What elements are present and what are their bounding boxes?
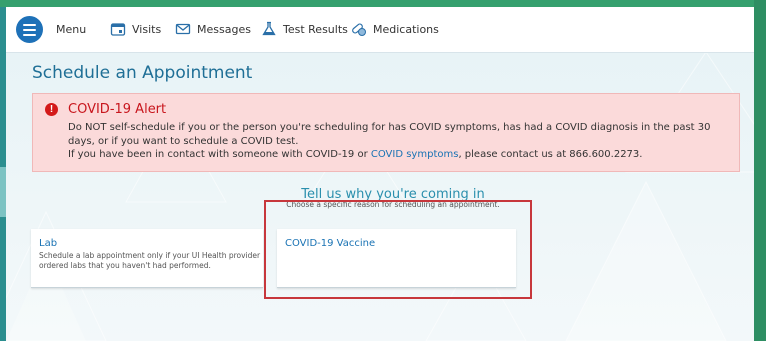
nav-item-test-results[interactable]: Test Results — [261, 20, 348, 38]
exclamation-icon: ! — [45, 103, 58, 116]
nav-menu-label[interactable]: Menu — [56, 20, 86, 38]
envelope-icon — [175, 23, 191, 35]
covid-alert-banner: ! COVID-19 Alert Do NOT self-schedule if… — [32, 93, 740, 172]
top-navigation-bar: Menu Visits Messages Test Results Medica… — [6, 7, 754, 53]
hamburger-icon — [23, 23, 36, 26]
app-window: Menu Visits Messages Test Results Medica… — [6, 7, 754, 341]
pills-icon — [352, 23, 366, 36]
flask-icon — [262, 21, 276, 36]
menu-label: Menu — [56, 22, 87, 36]
window-top-border — [0, 0, 766, 7]
alert-line-2: If you have been in contact with someone… — [68, 148, 733, 162]
alert-title: COVID-19 Alert — [68, 102, 167, 117]
nav-item-messages[interactable]: Messages — [175, 20, 251, 38]
covid-vaccine-reason-card[interactable]: COVID-19 Vaccine — [277, 229, 516, 288]
nav-item-medications[interactable]: Medications — [351, 20, 439, 38]
alert-line-2-phone: , please contact us at 866.600.2273. — [458, 149, 643, 160]
card-title: Lab — [39, 238, 58, 249]
nav-item-label: Messages — [197, 22, 251, 36]
nav-item-label: Visits — [132, 22, 162, 36]
lab-reason-card[interactable]: Lab Schedule a lab appointment only if y… — [31, 229, 263, 288]
alert-line-2-text: If you have been in contact with someone… — [68, 149, 371, 160]
nav-item-visits[interactable]: Visits — [110, 20, 161, 38]
nav-item-label: Medications — [373, 22, 439, 36]
window-right-border — [754, 0, 766, 341]
card-description: Schedule a lab appointment only if your … — [39, 251, 261, 270]
page-title: Schedule an Appointment — [32, 63, 253, 83]
hamburger-icon-bar — [23, 28, 36, 31]
menu-button[interactable] — [16, 16, 43, 43]
calendar-icon — [110, 23, 126, 36]
reason-subheading: Choose a specific reason for scheduling … — [286, 200, 500, 209]
card-title: COVID-19 Vaccine — [285, 238, 376, 249]
alert-line-1: Do NOT self-schedule if you or the perso… — [68, 122, 711, 147]
nav-item-label: Test Results — [283, 22, 348, 36]
alert-body: Do NOT self-schedule if you or the perso… — [68, 121, 733, 162]
hamburger-icon-bar — [23, 33, 36, 36]
covid-symptoms-link[interactable]: COVID symptoms — [371, 149, 459, 160]
